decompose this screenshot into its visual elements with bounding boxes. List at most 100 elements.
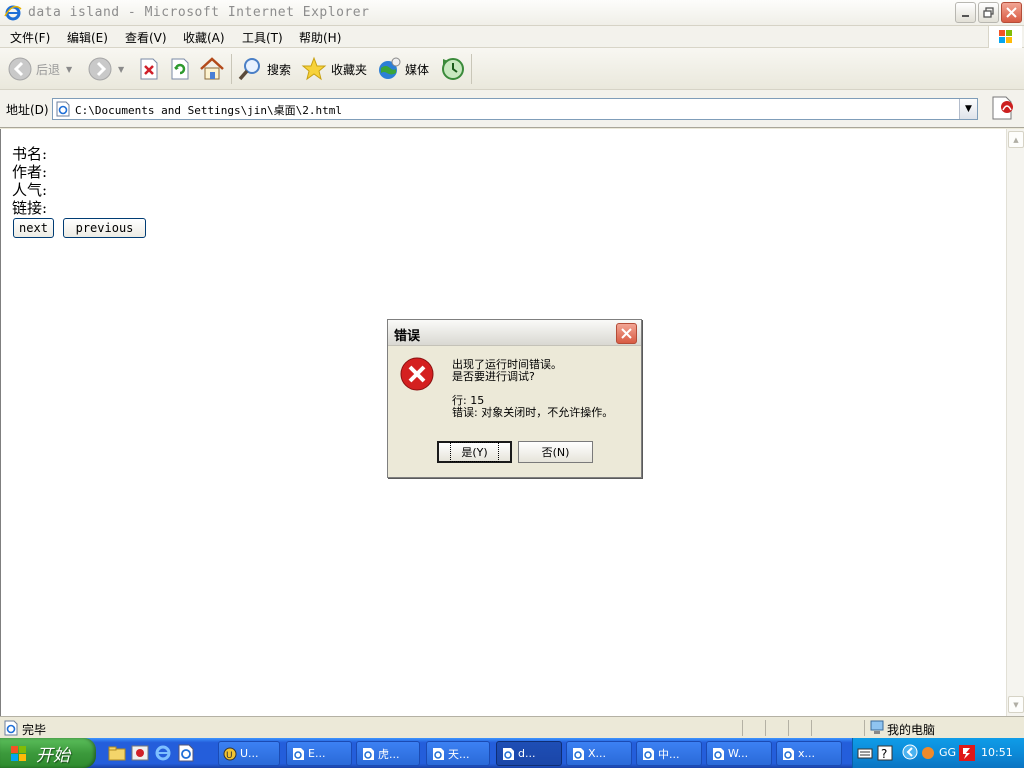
dialog-close-button[interactable] [616, 323, 637, 344]
window-title: data island - Microsoft Internet Explore… [28, 5, 370, 20]
menu-file[interactable]: 文件(F) [10, 29, 50, 46]
home-button[interactable] [199, 52, 225, 86]
ie-quicklaunch-icon[interactable] [154, 744, 172, 765]
scroll-up-button[interactable]: ▲ [1008, 131, 1024, 148]
media-player-icon[interactable] [131, 744, 149, 765]
taskbar-item[interactable]: x... [776, 741, 842, 766]
ie-icon [433, 747, 444, 760]
popularity-field: 人气: [12, 181, 48, 199]
status-divider [788, 720, 789, 736]
favorites-button[interactable]: 收藏夹 [301, 52, 367, 86]
stop-icon [140, 58, 158, 80]
taskbar-item[interactable]: X... [566, 741, 632, 766]
search-button[interactable]: 搜索 [237, 52, 291, 86]
taskbar: 开始 U U... E... 虎... 天... d... X... 中... [0, 738, 1024, 768]
taskbar-item[interactable]: 虎... [356, 741, 420, 766]
back-label: 后退 [36, 62, 61, 77]
close-button[interactable] [1001, 2, 1022, 23]
dialog-message-line2: 是否要进行调试? [452, 370, 535, 383]
forward-dropdown-icon[interactable]: ▼ [118, 65, 124, 74]
gg-tray-label[interactable]: GG [939, 746, 956, 759]
close-icon [1006, 7, 1017, 18]
ie-icon [363, 747, 374, 760]
refresh-button[interactable] [169, 52, 191, 86]
tray-expand-icon[interactable] [902, 744, 918, 763]
taskbar-item[interactable]: U U... [218, 741, 280, 766]
windows-logo [988, 26, 1022, 48]
address-url: C:\Documents and Settings\jin\桌面\2.html [75, 104, 343, 117]
yes-button[interactable]: 是(Y) [437, 441, 512, 463]
keyboard-icon[interactable] [857, 745, 873, 764]
media-globe-icon [379, 57, 401, 79]
taskbar-item[interactable]: E... [286, 741, 352, 766]
forward-button[interactable]: ▼ [88, 52, 124, 86]
folder-icon[interactable] [108, 744, 126, 765]
dialog-title-bar: 错误 [388, 320, 641, 346]
error-icon [400, 357, 434, 394]
menu-tools[interactable]: 工具(T) [242, 29, 283, 46]
vertical-scrollbar[interactable]: ▲ ▼ [1006, 129, 1024, 716]
close-icon [621, 328, 632, 339]
menu-view[interactable]: 查看(V) [125, 29, 167, 46]
status-page-icon [3, 720, 19, 739]
start-label: 开始 [36, 745, 70, 766]
next-button[interactable]: next [13, 218, 54, 238]
media-button[interactable]: 媒体 [377, 52, 429, 86]
back-button[interactable]: 后退 ▼ [8, 52, 72, 86]
previous-button[interactable]: previous [63, 218, 146, 238]
ie-page-quicklaunch-icon[interactable] [177, 744, 195, 765]
toolbar-separator [471, 54, 472, 84]
address-dropdown-button[interactable]: ▼ [959, 99, 977, 119]
menu-edit[interactable]: 编辑(E) [67, 29, 108, 46]
taskbar-item-label: W... [728, 747, 749, 760]
address-input[interactable]: C:\Documents and Settings\jin\桌面\2.html … [52, 98, 978, 120]
help-icon[interactable]: ? [877, 745, 893, 764]
ie-icon [713, 747, 724, 760]
status-divider [765, 720, 766, 736]
taskbar-item-label: E... [308, 747, 326, 760]
author-field: 作者: [12, 163, 48, 181]
dialog-title: 错误 [394, 329, 421, 344]
star-icon [301, 56, 327, 81]
taskbar-item-label: X... [588, 747, 607, 760]
taskbar-item-label: 中... [658, 747, 680, 761]
menu-help[interactable]: 帮助(H) [299, 29, 341, 46]
toolbar: 后退 ▼ ▼ 搜索 收藏夹 媒体 [0, 48, 1024, 90]
taskbar-item-label: U... [240, 747, 259, 760]
start-button[interactable]: 开始 [0, 738, 96, 768]
taskbar-item-active[interactable]: d... [496, 741, 562, 766]
ie-icon [573, 747, 584, 760]
app-icon: U [223, 747, 237, 761]
app-tray-icon[interactable] [921, 745, 935, 764]
taskbar-item-label: x... [798, 747, 815, 760]
taskbar-item-label: d... [518, 747, 536, 760]
title-bar: data island - Microsoft Internet Explore… [0, 0, 1024, 26]
restore-button[interactable] [978, 2, 999, 23]
taskbar-item-label: 天... [448, 747, 470, 761]
status-text: 完毕 [22, 723, 47, 737]
taskbar-item[interactable]: W... [706, 741, 772, 766]
address-label: 地址(D) [6, 103, 49, 117]
windows-flag-icon [11, 746, 26, 761]
error-dialog: 错误 出现了运行时间错误。 是否要进行调试? 行: 15 错误: 对象关闭时，不… [387, 319, 642, 478]
history-icon [442, 58, 464, 80]
page-icon [55, 101, 71, 120]
flashget-icon[interactable] [959, 745, 975, 764]
scroll-down-button[interactable]: ▼ [1008, 696, 1024, 713]
menu-favorites[interactable]: 收藏(A) [183, 29, 225, 46]
pdf-convert-icon[interactable] [990, 94, 1016, 125]
taskbar-item[interactable]: 天... [426, 741, 490, 766]
minimize-button[interactable] [955, 2, 976, 23]
no-button[interactable]: 否(N) [518, 441, 593, 463]
back-dropdown-icon[interactable]: ▼ [66, 65, 72, 74]
stop-button[interactable] [138, 52, 160, 86]
chevron-down-icon: ▼ [965, 104, 972, 114]
status-divider [864, 720, 865, 736]
taskbar-item[interactable]: 中... [636, 741, 702, 766]
menu-bar: 文件(F) 编辑(E) 查看(V) 收藏(A) 工具(T) 帮助(H) [0, 26, 1024, 48]
back-arrow-icon [8, 57, 32, 81]
computer-icon [870, 720, 884, 739]
search-label: 搜索 [267, 62, 292, 77]
history-button[interactable] [440, 52, 466, 86]
refresh-icon [171, 58, 189, 80]
